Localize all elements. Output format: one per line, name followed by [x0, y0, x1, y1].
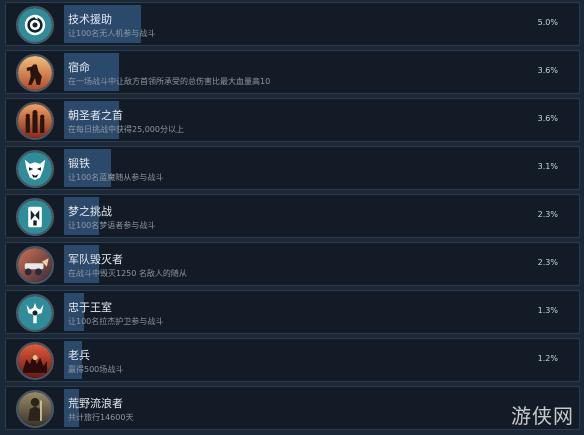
achievement-title: 荒野流浪者	[68, 397, 123, 410]
achievement-row[interactable]: 老兵赢得500场战斗 1.2%	[5, 338, 580, 382]
pilgrims-sunset-icon	[16, 102, 54, 140]
achievement-row[interactable]: 朝圣者之首在每日挑战中获得25,000分以上 3.6%	[5, 98, 580, 142]
wanderer-figure-icon	[16, 390, 54, 428]
achievement-row[interactable]: 梦之挑战让100名梦语者参与战斗 2.3%	[5, 194, 580, 238]
achievement-row[interactable]: 宿命在一场战斗中让敌方首领所承受的总伤害比最大血量高10 3.6%	[5, 50, 580, 94]
unlock-percentage: 3.6%	[537, 114, 558, 123]
unlock-percentage: 2.3%	[537, 210, 558, 219]
achievement-title: 老兵	[68, 349, 90, 362]
demon-mask-icon	[16, 150, 54, 188]
unlock-percentage: 3.6%	[537, 66, 558, 75]
achievement-row[interactable]: 技术援助让100名无人机参与战斗 5.0%	[5, 2, 580, 46]
achievement-description: 赢得500场战斗	[68, 365, 124, 374]
achievement-row[interactable]: 锻铁让100名蓝魔随从参与战斗 3.1%	[5, 146, 580, 190]
achievement-row[interactable]: 忠于王室让100名拉杰护卫参与战斗 1.3%	[5, 290, 580, 334]
warrior-sunset-icon	[16, 54, 54, 92]
achievement-description: 让100名蓝魔随从参与战斗	[68, 173, 164, 182]
achievement-title: 忠于王室	[68, 301, 112, 314]
unlock-percentage: 3.1%	[537, 162, 558, 171]
radar-target-icon	[16, 6, 54, 44]
progress-bar	[64, 389, 574, 427]
achievement-title: 宿命	[68, 61, 90, 74]
veteran-horde-icon	[16, 342, 54, 380]
achievement-description: 共计旅行14600天	[68, 413, 134, 422]
cannon-destroyer-icon	[16, 246, 54, 284]
progress-bar	[64, 341, 574, 379]
achievement-title: 技术援助	[68, 13, 112, 26]
watermark-logo: 游侠网	[511, 404, 574, 428]
achievement-description: 让100名梦语者参与战斗	[68, 221, 156, 230]
achievement-row[interactable]: 军队毁灭者在战斗中毁灭1250 名敌人的随从 2.3%	[5, 242, 580, 286]
achievement-row[interactable]: 荒野流浪者共计旅行14600天	[5, 386, 580, 430]
achievement-title: 梦之挑战	[68, 205, 112, 218]
achievement-title: 锻铁	[68, 157, 90, 170]
achievement-description: 在每日挑战中获得25,000分以上	[68, 125, 184, 134]
royal-trident-icon	[16, 294, 54, 332]
achievement-list: 技术援助让100名无人机参与战斗 5.0% 宿命在一场战斗中让敌方首领所承受的总伤害…	[0, 0, 584, 435]
unlock-percentage: 2.3%	[537, 258, 558, 267]
achievement-description: 让100名拉杰护卫参与战斗	[68, 317, 164, 326]
achievement-title: 朝圣者之首	[68, 109, 123, 122]
achievement-description: 在战斗中毁灭1250 名敌人的随从	[68, 269, 187, 278]
achievement-description: 让100名无人机参与战斗	[68, 29, 156, 38]
mirror-glyph-icon	[16, 198, 54, 236]
unlock-percentage: 1.2%	[537, 354, 558, 363]
achievement-title: 军队毁灭者	[68, 253, 123, 266]
achievement-description: 在一场战斗中让敌方首领所承受的总伤害比最大血量高10	[68, 77, 271, 86]
unlock-percentage: 5.0%	[537, 18, 558, 27]
unlock-percentage: 1.3%	[537, 306, 558, 315]
